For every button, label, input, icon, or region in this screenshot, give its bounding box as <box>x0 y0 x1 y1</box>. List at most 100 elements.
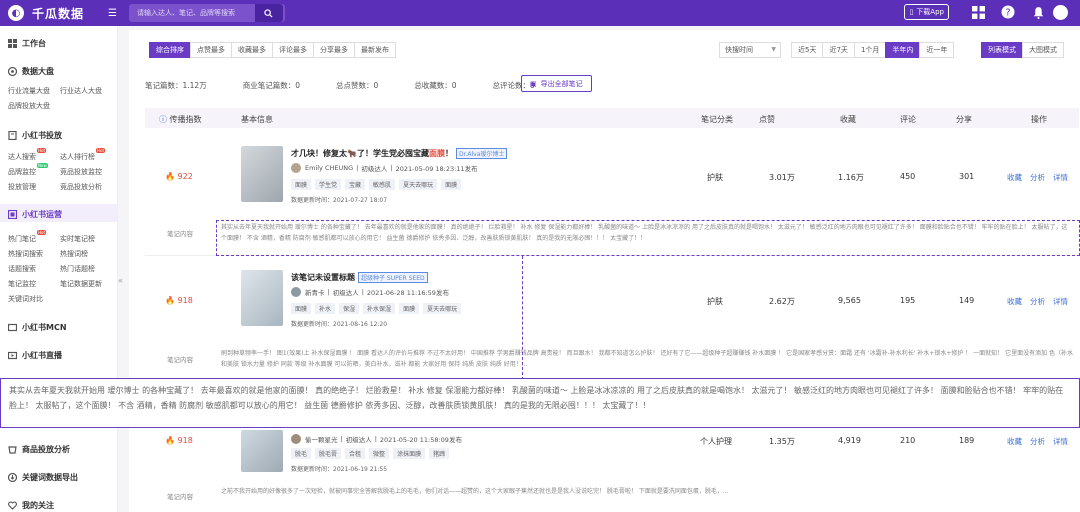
export-all-button[interactable]: ▣ 导出全部笔记 <box>521 75 592 92</box>
th-collects[interactable]: 收藏 <box>840 114 856 125</box>
analyze-link[interactable]: 分析 <box>1030 296 1045 307</box>
heat-index: 🔥 918 <box>165 296 193 305</box>
search-input[interactable] <box>128 9 255 17</box>
sidebar-workbench[interactable]: 工作台 <box>8 38 46 49</box>
favorite-link[interactable]: 收藏 <box>1007 436 1022 447</box>
brand-badge[interactable]: 超级种子 SUPER SEED <box>358 272 428 283</box>
row-ops: 收藏 分析 详情 <box>1007 436 1076 447</box>
brand-badge[interactable]: Dr.Alva瑷尔博士 <box>455 148 508 159</box>
heat-index: 🔥 922 <box>165 172 193 181</box>
tab-most-likes[interactable]: 点赞最多 <box>190 42 232 58</box>
stat-notes: 笔记篇数：1.12万 <box>145 81 207 90</box>
note-title[interactable]: 该笔记未设置标题 超级种子 SUPER SEED <box>291 272 428 283</box>
collects-value: 4,919 <box>838 436 861 445</box>
sidebar-item-delivery-manage[interactable]: 投放管理 <box>8 182 36 192</box>
tag-chip[interactable]: 合租 <box>345 448 366 459</box>
tag-chip[interactable]: 面膜 <box>291 303 312 314</box>
tab-most-comments[interactable]: 评论最多 <box>272 42 314 58</box>
author-info[interactable]: 偷一颗星光 | 初级达人 | 2021-05-20 11:58:09发布 <box>291 434 462 444</box>
sidebar-item-note-update[interactable]: 笔记数据更新 <box>60 279 102 289</box>
analyze-link[interactable]: 分析 <box>1030 436 1045 447</box>
tag-chip[interactable]: 夏天去哪玩 <box>399 179 438 190</box>
user-avatar[interactable] <box>1053 4 1068 20</box>
tag-chip[interactable]: 脱毛 <box>291 448 312 459</box>
sidebar-item-realtime-rank[interactable]: 实时笔记榜 <box>60 234 95 244</box>
view-grid-mode[interactable]: 大图模式 <box>1022 42 1064 58</box>
tag-chip[interactable]: 猪蹄 <box>429 448 450 459</box>
fire-icon: 🔥 <box>165 296 178 305</box>
menu-toggle-icon[interactable]: ☰ <box>108 8 117 19</box>
sidebar-item-hot-notes[interactable]: 热门笔记 <box>8 234 36 244</box>
content-label: 笔记内容 <box>167 230 193 238</box>
tag-chip[interactable]: 敏感肌 <box>369 179 396 190</box>
help-icon[interactable]: ? <box>1000 4 1016 20</box>
tag-chip[interactable]: 面膜 <box>291 179 312 190</box>
tag-chip[interactable]: 涂抹面膜 <box>393 448 426 459</box>
note-title[interactable]: 才几块！修复太🐂了！学生党必囤宝藏面膜！ Dr.Alva瑷尔博士 <box>291 148 508 159</box>
tab-most-collects[interactable]: 收藏最多 <box>231 42 273 58</box>
sidebar-item-hot-topic-rank[interactable]: 热门话题榜 <box>60 264 95 274</box>
period-half-year[interactable]: 半年内 <box>885 42 921 58</box>
detail-link[interactable]: 详情 <box>1053 436 1068 447</box>
sidebar-mcn[interactable]: 小红书MCN <box>8 322 67 333</box>
chevron-down-icon: ▼ <box>771 46 776 53</box>
tag-chip[interactable]: 学生党 <box>315 179 342 190</box>
sidebar-item-kol-search[interactable]: 达人搜索 <box>8 152 36 162</box>
author-info[interactable]: 新青卡 | 初级达人 | 2021-06-28 11:16:59发布 <box>291 287 449 297</box>
download-app-button[interactable]: ▯ 下载App <box>904 4 949 20</box>
view-list-mode[interactable]: 列表模式 <box>981 42 1023 58</box>
th-heat[interactable]: ⓘ 传播指数 <box>159 114 202 125</box>
search-button[interactable] <box>254 4 283 22</box>
sidebar-item-kol-ranking[interactable]: 达人排行榜 <box>60 152 95 162</box>
logo[interactable]: ◐ 千瓜数据 <box>8 5 84 22</box>
tag-chip[interactable]: 宝藏 <box>345 179 366 190</box>
author-info[interactable]: Emily CHEUNG | 初级达人 | 2021-05-09 18:23:11发布 <box>291 163 478 173</box>
tag-chip[interactable]: 补水 <box>315 303 336 314</box>
favorite-link[interactable]: 收藏 <box>1007 296 1022 307</box>
tab-latest[interactable]: 最新发布 <box>354 42 396 58</box>
time-sort-select[interactable]: 快搜时间 ▼ <box>719 42 781 58</box>
tag-chip[interactable]: 面膜 <box>441 179 462 190</box>
sidebar-item-hot-search[interactable]: 热搜词搜索 <box>8 249 43 259</box>
period-1-month[interactable]: 1个月 <box>853 42 887 58</box>
period-1-year[interactable]: 近一年 <box>919 42 955 58</box>
th-comments[interactable]: 评论 <box>900 114 916 125</box>
sidebar-live[interactable]: 小红书直播 <box>8 350 62 361</box>
tag-chip[interactable]: 微整 <box>369 448 390 459</box>
note-cover[interactable] <box>241 430 283 472</box>
sidebar-keyword-export[interactable]: 关键词数据导出 <box>8 472 78 483</box>
tag-chip[interactable]: 补水保湿 <box>363 303 396 314</box>
period-7-days[interactable]: 近7天 <box>822 42 855 58</box>
note-cover[interactable] <box>241 146 283 202</box>
favorite-link[interactable]: 收藏 <box>1007 172 1022 183</box>
row-ops: 收藏 分析 详情 <box>1007 296 1076 307</box>
tab-most-shares[interactable]: 分享最多 <box>313 42 355 58</box>
tag-chip[interactable]: 夏天去哪玩 <box>423 303 462 314</box>
detail-link[interactable]: 详情 <box>1053 296 1068 307</box>
sidebar-favorites[interactable]: 我的关注 <box>8 500 54 511</box>
tab-comprehensive[interactable]: 综合排序 <box>149 42 191 58</box>
note-cover[interactable] <box>241 270 283 326</box>
sidebar-collapse-icon[interactable]: « <box>118 276 123 285</box>
detail-link[interactable]: 详情 <box>1053 172 1068 183</box>
analyze-link[interactable]: 分析 <box>1030 172 1045 183</box>
sidebar-item-competitor-analysis[interactable]: 竞品投放分析 <box>60 182 102 192</box>
sidebar-item-brand-monitor[interactable]: 品牌监控 <box>8 167 36 177</box>
tag-chip[interactable]: 保湿 <box>339 303 360 314</box>
sidebar-item-hot-search-rank[interactable]: 热搜词榜 <box>60 249 88 259</box>
sidebar-item-industry-traffic[interactable]: 行业流量大盘 <box>8 86 50 96</box>
tag-chip[interactable]: 脱毛膏 <box>315 448 342 459</box>
th-likes[interactable]: 点赞 <box>759 114 775 125</box>
sidebar-item-keyword-compare[interactable]: 关键词对比 <box>8 294 43 304</box>
period-5-days[interactable]: 近5天 <box>791 42 824 58</box>
sidebar-item-competitor-monitor[interactable]: 竞品投放监控 <box>60 167 102 177</box>
th-shares[interactable]: 分享 <box>956 114 972 125</box>
sidebar-item-brand-delivery[interactable]: 品牌投放大盘 <box>8 101 50 111</box>
sidebar-item-note-monitor[interactable]: 笔记监控 <box>8 279 36 289</box>
apps-grid-icon[interactable] <box>970 4 986 20</box>
sidebar-item-topic-search[interactable]: 话题搜索 <box>8 264 36 274</box>
sidebar-goods[interactable]: 商品投放分析 <box>8 444 70 455</box>
bell-icon[interactable] <box>1030 4 1046 20</box>
tag-chip[interactable]: 面膜 <box>399 303 420 314</box>
sidebar-item-industry-kol[interactable]: 行业达人大盘 <box>60 86 102 96</box>
